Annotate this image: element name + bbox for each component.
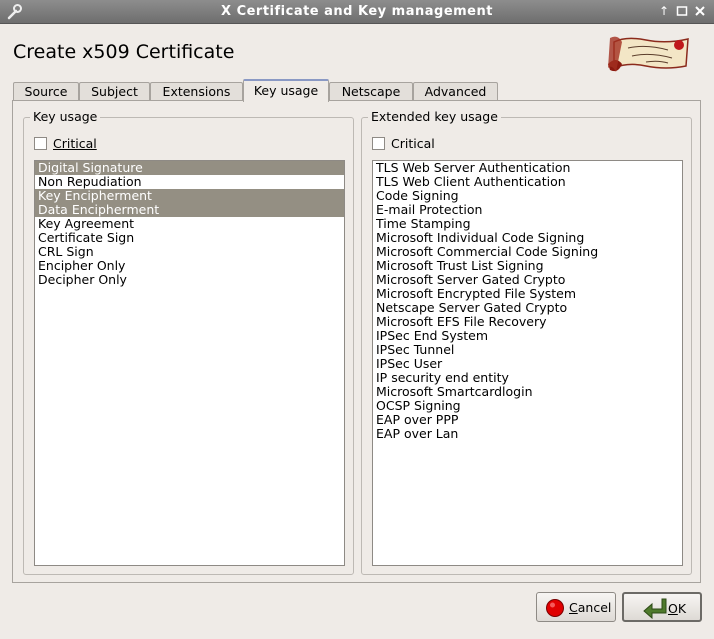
extended-key-usage-list[interactable]: TLS Web Server Authentication TLS Web Cl… [372,160,683,566]
list-item[interactable]: Microsoft Server Gated Crypto [373,273,682,287]
list-item[interactable]: TLS Web Client Authentication [373,175,682,189]
list-item[interactable]: Data Encipherment [35,203,344,217]
list-item[interactable]: Digital Signature [35,161,344,175]
list-item[interactable]: Key Agreement [35,217,344,231]
list-item[interactable]: OCSP Signing [373,399,682,413]
list-item[interactable]: Microsoft Trust List Signing [373,259,682,273]
list-item[interactable]: IPSec User [373,357,682,371]
arrow-return-icon [643,598,667,619]
window-title: X Certificate and Key management [221,4,493,19]
list-item[interactable]: Key Encipherment [35,189,344,203]
extended-key-usage-group-title: Extended key usage [368,109,501,124]
checkbox-box[interactable] [34,137,47,150]
stop-circle-icon [546,599,564,617]
list-item[interactable]: Microsoft Encrypted File System [373,287,682,301]
key-usage-group-title: Key usage [30,109,101,124]
key-usage-group: Key usage Critical Digital Signature Non… [23,109,354,575]
tab-advanced[interactable]: Advanced [413,82,498,101]
window-titlebar[interactable]: X Certificate and Key management ↑ [0,0,714,24]
tab-subject[interactable]: Subject [79,82,150,101]
close-icon[interactable] [693,4,707,18]
list-item[interactable]: Microsoft Smartcardlogin [373,385,682,399]
scroll-logo-icon [608,36,689,72]
ok-button[interactable]: OK [622,592,702,622]
list-item[interactable]: Code Signing [373,189,682,203]
list-item[interactable]: E-mail Protection [373,203,682,217]
tab-netscape[interactable]: Netscape [329,82,413,101]
list-item[interactable]: Encipher Only [35,259,344,273]
list-item[interactable]: TLS Web Server Authentication [373,161,682,175]
extended-key-usage-critical-label: Critical [391,136,435,151]
list-item[interactable]: Microsoft EFS File Recovery [373,315,682,329]
ok-button-label: OK [668,601,687,616]
list-item[interactable]: IPSec End System [373,329,682,343]
list-item[interactable]: Microsoft Individual Code Signing [373,231,682,245]
list-item[interactable]: EAP over Lan [373,427,682,441]
list-item[interactable]: IPSec Tunnel [373,343,682,357]
list-item[interactable]: Time Stamping [373,217,682,231]
list-item[interactable]: Netscape Server Gated Crypto [373,301,682,315]
tab-key-usage[interactable]: Key usage [243,79,329,102]
tab-source[interactable]: Source [13,82,79,101]
tab-panel-key-usage: Key usage Critical Digital Signature Non… [12,100,701,583]
list-item[interactable]: EAP over PPP [373,413,682,427]
extended-key-usage-group: Extended key usage Critical TLS Web Serv… [361,109,692,575]
page-title: Create x509 Certificate [13,41,235,63]
key-usage-critical-label: Critical [53,136,97,151]
maximize-icon[interactable] [675,4,689,18]
list-item[interactable]: Certificate Sign [35,231,344,245]
checkbox-box[interactable] [372,137,385,150]
list-item[interactable]: Microsoft Commercial Code Signing [373,245,682,259]
cancel-button[interactable]: Cancel [536,592,616,622]
list-item[interactable]: Non Repudiation [35,175,344,189]
list-item[interactable]: Decipher Only [35,273,344,287]
cancel-button-label: Cancel [569,600,612,615]
tab-extensions[interactable]: Extensions [150,82,243,101]
list-item[interactable]: CRL Sign [35,245,344,259]
list-item[interactable]: IP security end entity [373,371,682,385]
key-usage-list[interactable]: Digital Signature Non Repudiation Key En… [34,160,345,566]
pin-icon[interactable]: ↑ [657,4,671,18]
